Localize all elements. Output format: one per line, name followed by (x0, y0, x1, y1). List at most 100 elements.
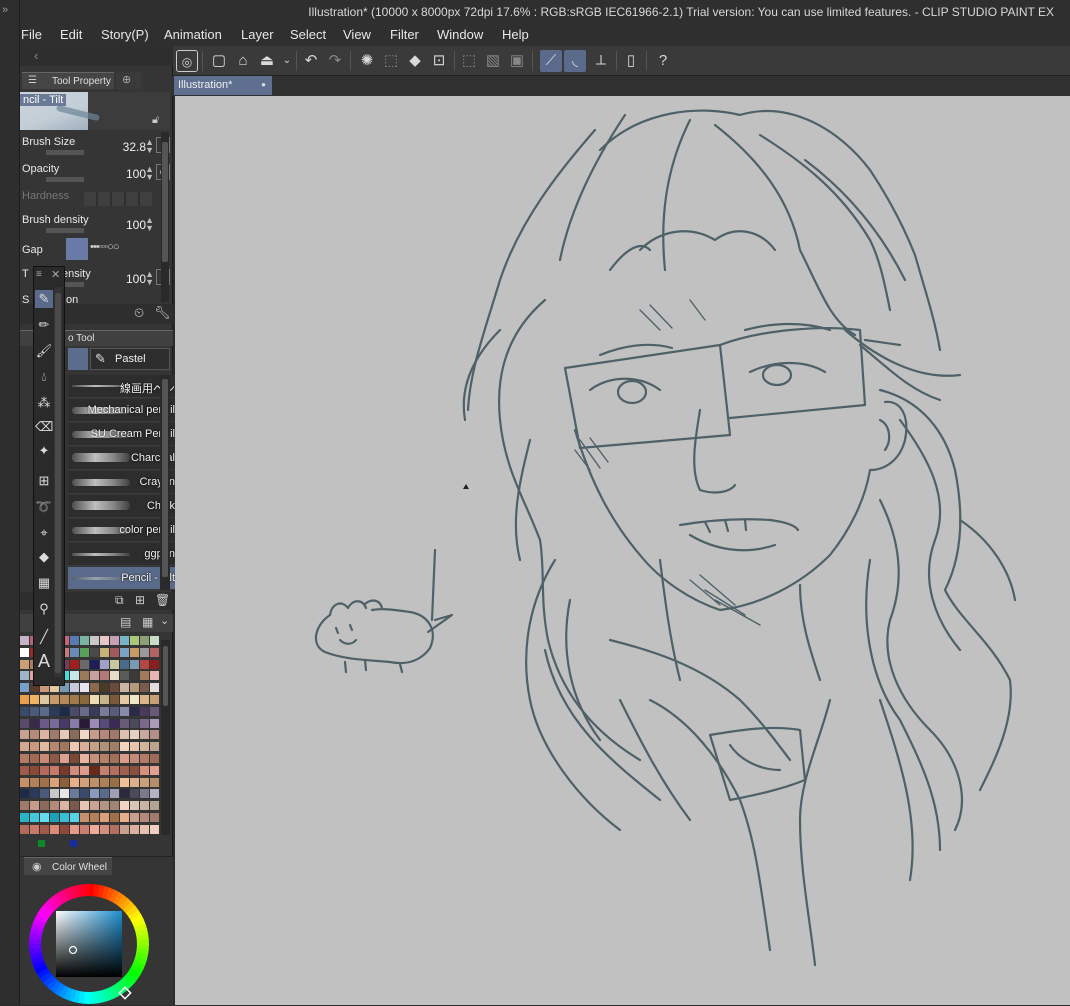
color-swatch[interactable] (110, 789, 119, 799)
color-swatch[interactable] (150, 718, 159, 728)
color-swatch[interactable] (90, 777, 99, 787)
pen-tool-icon[interactable]: ✎ (35, 290, 53, 308)
color-swatch[interactable] (140, 813, 149, 822)
color-swatch[interactable] (70, 813, 79, 822)
brush-density-slider[interactable] (46, 228, 84, 233)
color-swatch[interactable] (70, 730, 79, 740)
color-swatch[interactable] (100, 777, 109, 787)
color-swatch[interactable] (60, 824, 69, 834)
smartphone-icon[interactable]: ▯ (620, 50, 642, 72)
chevron-down-icon[interactable]: ⌄ (160, 614, 169, 627)
color-swatch[interactable] (40, 824, 49, 834)
menu-story[interactable]: Story(P) (101, 27, 149, 42)
sub-tool-group-selected[interactable] (68, 348, 88, 370)
color-swatch[interactable] (40, 754, 49, 763)
color-swatch[interactable] (50, 730, 59, 740)
color-swatch[interactable] (150, 695, 159, 704)
line-tool-icon[interactable]: ╱ (35, 628, 53, 646)
expand-dock-icon[interactable]: » (2, 4, 8, 16)
color-swatch[interactable] (150, 636, 159, 645)
color-swatch[interactable] (110, 659, 119, 669)
color-swatch[interactable] (80, 824, 89, 834)
color-swatch[interactable] (140, 742, 149, 752)
color-swatch[interactable] (70, 754, 79, 763)
color-swatch[interactable] (120, 754, 129, 763)
color-swatch[interactable] (110, 813, 119, 822)
scrollbar[interactable] (161, 132, 169, 302)
color-swatch[interactable] (60, 742, 69, 752)
snap-ruler-icon[interactable]: ⟋ (540, 50, 562, 72)
color-swatch[interactable] (80, 777, 89, 787)
color-swatch[interactable] (50, 695, 59, 704)
new-canvas-icon[interactable]: ▢ (208, 50, 230, 72)
color-swatch[interactable] (50, 789, 59, 799)
transform-icon[interactable]: ⊡ (428, 50, 450, 72)
color-swatch[interactable] (120, 659, 129, 669)
color-swatch[interactable] (20, 742, 29, 752)
reset-icon[interactable]: ⏲ (134, 305, 144, 321)
color-swatch[interactable] (50, 777, 59, 787)
color-swatch[interactable] (80, 706, 89, 716)
color-swatch[interactable] (100, 718, 109, 728)
color-swatch[interactable] (30, 801, 39, 811)
color-swatch[interactable] (150, 754, 159, 763)
opacity-slider[interactable] (46, 177, 84, 182)
color-swatch[interactable] (120, 813, 129, 822)
color-swatch[interactable] (130, 765, 139, 775)
menu-file[interactable]: File (21, 27, 42, 42)
copy-icon[interactable]: ⧉ (115, 593, 124, 608)
color-swatch[interactable] (150, 789, 159, 799)
open-icon[interactable]: ⌂ (232, 50, 254, 72)
opacity-row[interactable]: Opacity 100 ▲▼ ⊘ (22, 161, 172, 185)
color-swatch[interactable] (80, 801, 89, 811)
color-swatch[interactable] (150, 801, 159, 811)
color-swatch[interactable] (20, 789, 29, 799)
color-swatch[interactable] (120, 683, 129, 693)
color-swatch[interactable] (30, 813, 39, 822)
color-swatch[interactable] (150, 813, 159, 822)
color-swatch[interactable] (70, 789, 79, 799)
color-swatch[interactable] (140, 647, 149, 657)
color-swatch[interactable] (140, 706, 149, 716)
color-swatch[interactable] (40, 789, 49, 799)
color-swatch[interactable] (110, 718, 119, 728)
color-swatch[interactable] (120, 706, 129, 716)
color-swatch[interactable] (50, 742, 59, 752)
app-icon[interactable]: ◎ (176, 50, 198, 72)
color-swatch[interactable] (110, 695, 119, 704)
color-swatch[interactable] (90, 801, 99, 811)
gap-options[interactable]: •••◦◦◦○○ (90, 241, 120, 253)
color-swatch[interactable] (20, 695, 29, 704)
color-swatch[interactable] (30, 695, 39, 704)
fill-tool-icon[interactable]: ◆ (35, 548, 53, 566)
color-swatch[interactable] (150, 777, 159, 787)
tab-pastel[interactable]: ✎ Pastel (90, 348, 170, 370)
color-swatch[interactable] (90, 730, 99, 740)
brush-size-row[interactable]: Brush Size 32.8 ▲▼ ↓ (22, 134, 172, 158)
color-swatch[interactable] (130, 647, 139, 657)
color-swatch[interactable] (110, 765, 119, 775)
color-swatch[interactable] (70, 671, 79, 681)
save-icon[interactable]: ⏏ (256, 50, 278, 72)
color-swatch[interactable] (40, 813, 49, 822)
color-swatch[interactable] (80, 789, 89, 799)
color-swatch[interactable] (50, 718, 59, 728)
color-swatch[interactable] (150, 706, 159, 716)
frame-tool-icon[interactable]: ⊞ (35, 472, 53, 490)
opacity-value[interactable]: 100 (126, 167, 146, 181)
fill-icon[interactable]: ◆ (404, 50, 426, 72)
color-swatch[interactable] (150, 659, 159, 669)
color-swatch[interactable] (40, 730, 49, 740)
color-swatch[interactable] (100, 683, 109, 693)
color-swatch[interactable] (70, 636, 79, 645)
tab-subview[interactable]: ⊕ (116, 72, 142, 89)
color-swatch[interactable] (80, 636, 89, 645)
color-swatch[interactable] (90, 636, 99, 645)
color-swatch[interactable] (100, 647, 109, 657)
color-swatch[interactable] (20, 636, 29, 645)
color-swatch[interactable] (120, 789, 129, 799)
color-swatch[interactable] (70, 683, 79, 693)
color-swatch[interactable] (110, 706, 119, 716)
color-swatch[interactable] (20, 754, 29, 763)
color-swatch[interactable] (80, 754, 89, 763)
